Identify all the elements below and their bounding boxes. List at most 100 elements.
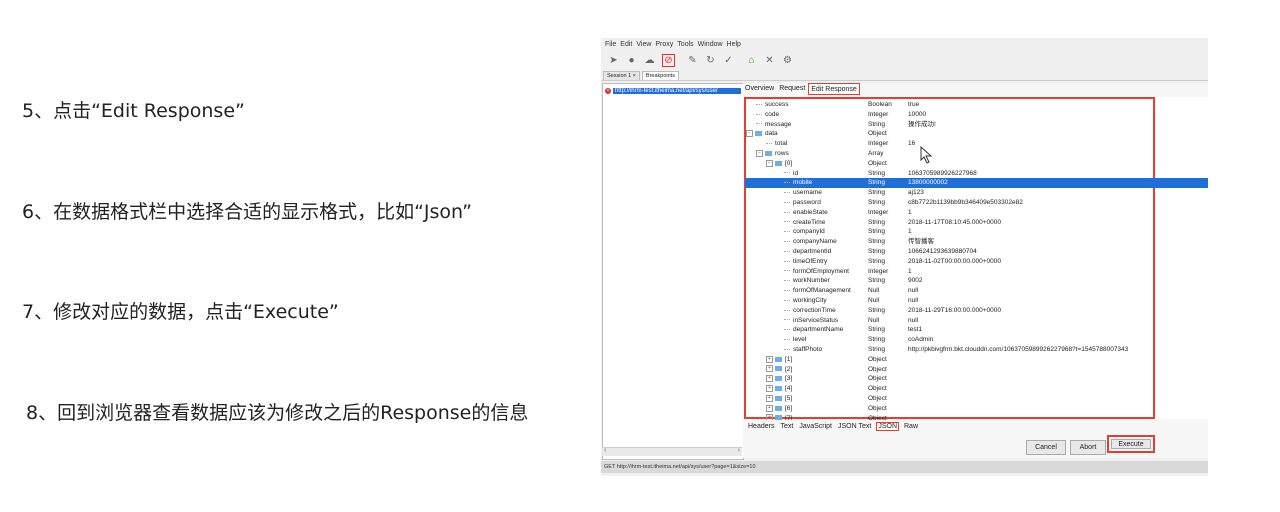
tree-value[interactable]: 操作成功!	[908, 120, 936, 130]
abort-button[interactable]: Abort	[1070, 440, 1106, 455]
tree-value[interactable]: true	[908, 100, 919, 110]
expand-icon[interactable]: +	[766, 365, 773, 373]
menu-file[interactable]: File	[605, 41, 616, 48]
menu-window[interactable]: Window	[698, 41, 723, 48]
tab-raw[interactable]: Raw	[903, 423, 919, 430]
tree-row[interactable]: departmentName String test1	[745, 325, 1208, 335]
tree-value[interactable]: 2018-11-17T08:10:45.000+0000	[908, 218, 1001, 228]
expand-icon[interactable]: +	[766, 414, 773, 420]
tools-icon[interactable]: ✕	[764, 55, 775, 66]
tree-row[interactable]: − [0] Object	[745, 159, 1208, 169]
tree-value[interactable]: coAdmin	[908, 335, 933, 345]
tree-row[interactable]: + [5] Object	[745, 394, 1208, 404]
pointer-icon[interactable]: ➤	[608, 55, 619, 66]
tree-value[interactable]: 1063705989926227968	[908, 169, 977, 179]
tab-breakpoints[interactable]: Breakpoints	[641, 71, 679, 80]
tree-row[interactable]: companyName String 传智播客	[745, 237, 1208, 247]
tree-value[interactable]: 2018-11-29T16:00:00.000+0000	[908, 306, 1001, 316]
execute-button[interactable]: Execute	[1111, 439, 1151, 449]
expand-icon[interactable]: +	[766, 404, 773, 412]
tree-row[interactable]: username String aj123	[745, 188, 1208, 198]
tree-row[interactable]: createTime String 2018-11-17T08:10:45.000+…	[745, 218, 1208, 228]
tree-value[interactable]: 传智播客	[908, 237, 934, 247]
tree-row[interactable]: + [4] Object	[745, 384, 1208, 394]
tree-row[interactable]: − rows Array	[745, 149, 1208, 159]
menu-edit[interactable]: Edit	[620, 41, 632, 48]
tree-row[interactable]: + [1] Object	[745, 355, 1208, 365]
list-item[interactable]: × http://ihrm-test.itheima.net/api/sys/u…	[605, 86, 741, 95]
tab-headers[interactable]: Headers	[747, 423, 775, 430]
clear-icon[interactable]: ⌂	[746, 55, 757, 66]
tree-value[interactable]: 1	[908, 227, 912, 237]
collapse-icon[interactable]: −	[746, 130, 753, 138]
tree-row[interactable]: timeOfEntry String 2018-11-02T00:00:00.000…	[745, 257, 1208, 267]
menu-help[interactable]: Help	[727, 41, 741, 48]
settings-icon[interactable]: ⚙	[782, 55, 793, 66]
tree-row[interactable]: formOfEmployment Integer 1	[745, 267, 1208, 277]
tab-text[interactable]: Text	[779, 423, 794, 430]
tree-value[interactable]: 9002	[908, 276, 922, 286]
tree-row[interactable]: id String 1063705989926227968	[745, 169, 1208, 179]
expand-icon[interactable]: +	[766, 355, 773, 363]
collapse-icon[interactable]: −	[766, 159, 773, 167]
tab-request[interactable]: Request	[777, 83, 807, 95]
menu-tools[interactable]: Tools	[677, 41, 693, 48]
tree-value[interactable]: null	[908, 286, 918, 296]
tree-value[interactable]: 13800000002	[908, 178, 948, 188]
tab-json[interactable]: JSON	[876, 422, 899, 431]
tree-row[interactable]: total Integer 16	[745, 139, 1208, 149]
pen-icon[interactable]: ✎	[687, 55, 698, 66]
tree-row[interactable]: mobile String 13800000002	[745, 178, 1208, 189]
breakpoint-icon[interactable]: ⊘	[662, 53, 675, 67]
tree-row[interactable]: companyId String 1	[745, 227, 1208, 237]
tree-row[interactable]: inServiceStatus Null null	[745, 316, 1208, 326]
tree-row[interactable]: correctionTime String 2018-11-29T16:00:00.…	[745, 306, 1208, 316]
tree-row[interactable]: workNumber String 9002	[745, 276, 1208, 286]
tab-overview[interactable]: Overview	[743, 83, 776, 95]
collapse-icon[interactable]: −	[756, 149, 763, 157]
tree-row[interactable]: − data Object	[745, 129, 1208, 139]
tree-value[interactable]: test1	[908, 325, 922, 335]
tree-row[interactable]: formOfManagement Null null	[745, 286, 1208, 296]
tree-row[interactable]: workingCity Null null	[745, 296, 1208, 306]
cancel-button[interactable]: Cancel	[1026, 440, 1066, 455]
tab-edit-response[interactable]: Edit Response	[808, 83, 860, 95]
record-icon[interactable]: ●	[626, 55, 637, 66]
tree-value[interactable]: null	[908, 296, 918, 306]
tree-row[interactable]: password String c8b7722b1139bb9b346409e503…	[745, 198, 1208, 208]
tree-value[interactable]: 1	[908, 267, 912, 277]
tree-row[interactable]: message String 操作成功!	[745, 120, 1208, 130]
expand-icon[interactable]: +	[766, 375, 773, 383]
tree-value[interactable]: null	[908, 316, 918, 326]
throttle-icon[interactable]: ☁	[644, 55, 655, 66]
repeat-icon[interactable]: ↻	[705, 55, 716, 66]
tree-value[interactable]: 1066241293639880704	[908, 247, 977, 257]
tree-row[interactable]: staffPhoto String http://pkbivgfrm.bkt.clo…	[745, 345, 1208, 355]
tree-value[interactable]: 1	[908, 208, 912, 218]
tree-value[interactable]: 16	[908, 139, 915, 149]
validate-icon[interactable]: ✓	[723, 55, 734, 66]
menu-view[interactable]: View	[636, 41, 651, 48]
tab-javascript[interactable]: JavaScript	[798, 423, 833, 430]
menu-proxy[interactable]: Proxy	[655, 41, 673, 48]
scroll-left-icon[interactable]: ‹	[604, 447, 606, 454]
tree-value[interactable]: aj123	[908, 188, 924, 198]
scroll-right-icon[interactable]: ›	[738, 447, 740, 454]
tree-row[interactable]: + [2] Object	[745, 365, 1208, 375]
tree-value[interactable]: c8b7722b1139bb9b346409e503302e82	[908, 198, 1023, 208]
tree-row[interactable]: departmentId String 1066241293639880704	[745, 247, 1208, 257]
expand-icon[interactable]: +	[766, 394, 773, 402]
tab-session-1[interactable]: Session 1 ×	[603, 71, 640, 80]
tree-row[interactable]: code Integer 10000	[745, 110, 1208, 120]
tree-row[interactable]: success Boolean true	[745, 100, 1208, 110]
tree-value[interactable]: 2018-11-02T00:00:00.000+0000	[908, 257, 1001, 267]
tree-row[interactable]: + [7] Object	[745, 414, 1208, 420]
tree-row[interactable]: + [6] Object	[745, 404, 1208, 414]
horizontal-scrollbar[interactable]: ‹ ›	[602, 447, 742, 456]
expand-icon[interactable]: +	[766, 384, 773, 392]
tree-value[interactable]: 10000	[908, 110, 926, 120]
tree-row[interactable]: level String coAdmin	[745, 335, 1208, 345]
tree-row[interactable]: + [3] Object	[745, 374, 1208, 384]
tree-value[interactable]: http://pkbivgfrm.bkt.clouddn.com/1063705…	[908, 345, 1128, 355]
tab-json-text[interactable]: JSON Text	[837, 423, 872, 430]
